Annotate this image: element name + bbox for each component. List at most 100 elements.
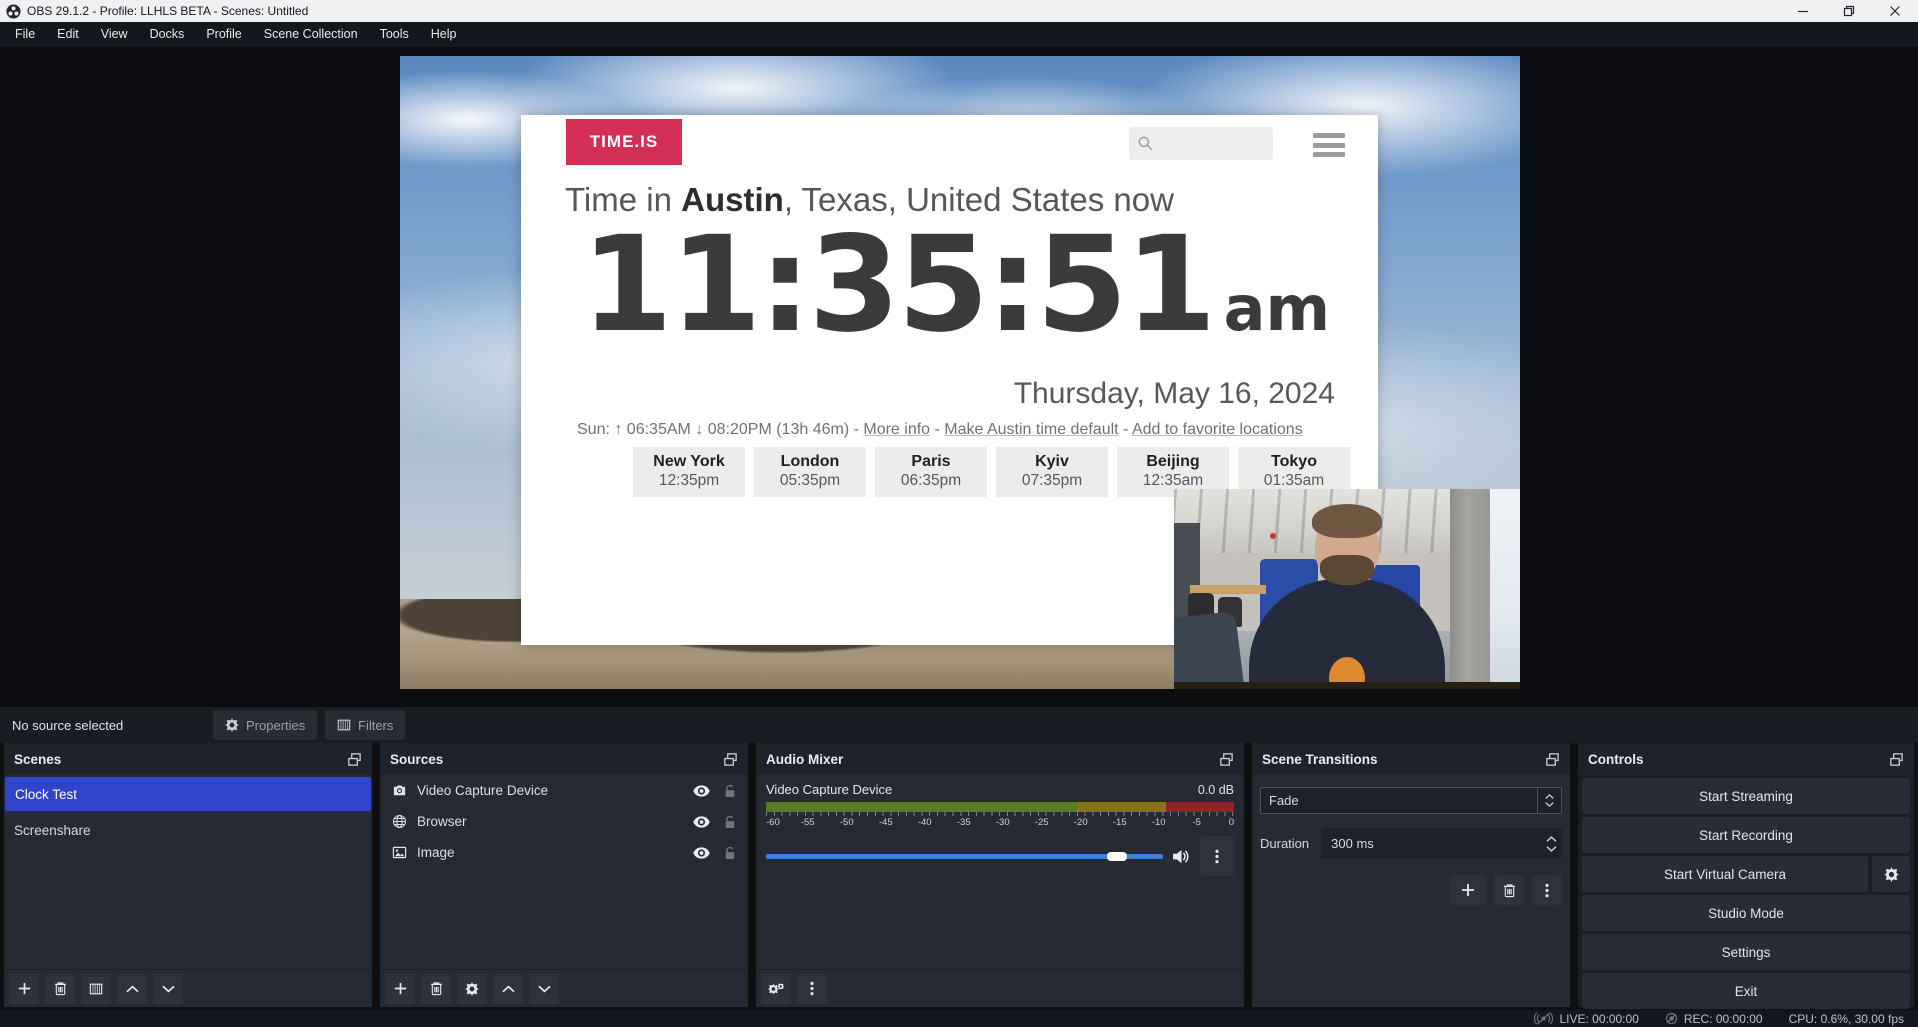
mixer-toolbar (756, 969, 1244, 1007)
mixer-channel-menu-button[interactable] (1200, 836, 1234, 876)
city-card: London05:35pm (754, 447, 866, 497)
scene-transitions-panel: Scene Transitions Fade Duration 300 ms (1252, 743, 1570, 1007)
source-row-image[interactable]: Image (380, 837, 748, 868)
live-signal-icon (1534, 1012, 1553, 1025)
mixer-channel-name: Video Capture Device (766, 782, 892, 797)
preview-area: TIME.IS Time in Austin, Texas, United St… (0, 47, 1918, 707)
add-scene-button[interactable] (9, 974, 39, 1004)
lock-icon[interactable] (724, 784, 736, 798)
start-recording-button[interactable]: Start Recording (1582, 817, 1910, 853)
filter-icon (337, 718, 351, 732)
timeis-logo: TIME.IS (566, 119, 682, 165)
speaker-icon[interactable] (1173, 849, 1190, 864)
menu-file[interactable]: File (4, 22, 46, 47)
popout-icon[interactable] (723, 752, 738, 767)
move-scene-up-button[interactable] (117, 974, 147, 1004)
add-source-button[interactable] (385, 974, 415, 1004)
remove-scene-button[interactable] (45, 974, 75, 1004)
duration-input[interactable]: 300 ms (1321, 828, 1562, 859)
controls-header: Controls (1578, 743, 1914, 775)
obs-window: OBS 29.1.2 - Profile: LLHLS BETA - Scene… (0, 0, 1918, 1027)
lock-icon[interactable] (724, 846, 736, 860)
menu-bar: File Edit View Docks Profile Scene Colle… (0, 22, 1918, 47)
visibility-eye-icon[interactable] (693, 785, 710, 797)
sources-header: Sources (380, 743, 748, 775)
menu-edit[interactable]: Edit (46, 22, 90, 47)
properties-button[interactable]: Properties (213, 710, 317, 740)
advanced-audio-button[interactable] (761, 974, 791, 1004)
spinner-arrows-icon[interactable] (1546, 828, 1557, 859)
popout-icon[interactable] (347, 752, 362, 767)
volume-slider-handle[interactable] (1107, 852, 1127, 861)
source-toolbar: No source selected Properties Filters (0, 707, 1918, 743)
filters-button[interactable]: Filters (325, 710, 405, 740)
transition-select[interactable]: Fade (1260, 787, 1562, 814)
combo-arrows-icon (1537, 788, 1561, 813)
restore-button[interactable] (1826, 0, 1872, 22)
move-source-down-button[interactable] (529, 974, 559, 1004)
scene-item-clock-test[interactable]: Clock Test (5, 777, 371, 811)
menu-profile[interactable]: Profile (195, 22, 252, 47)
sources-panel: Sources Video Capture Device (380, 743, 748, 1007)
volume-meter (766, 802, 1234, 812)
meter-scale: -60 -55 -50 -45 -40 -35 -30 -25 -20 -15 … (766, 812, 1234, 829)
add-transition-button[interactable] (1450, 875, 1486, 905)
popout-icon[interactable] (1545, 752, 1560, 767)
duration-label: Duration (1260, 836, 1309, 851)
start-virtual-camera-button[interactable]: Start Virtual Camera (1582, 856, 1868, 892)
studio-mode-button[interactable]: Studio Mode (1582, 895, 1910, 931)
scenes-header: Scenes (4, 743, 372, 775)
sun-info-line: Sun: ↑ 06:35AM ↓ 08:20PM (13h 46m) - Mor… (577, 421, 1337, 439)
virtual-camera-config-button[interactable] (1872, 856, 1910, 892)
search-icon (1137, 135, 1154, 152)
source-row-browser[interactable]: Browser (380, 806, 748, 837)
minimize-button[interactable] (1780, 0, 1826, 22)
audio-mixer-header: Audio Mixer (756, 743, 1244, 775)
settings-button[interactable]: Settings (1582, 934, 1910, 970)
menu-scene-collection[interactable]: Scene Collection (253, 22, 369, 47)
more-info-link: More info (863, 421, 930, 438)
rec-time: REC: 00:00:00 (1684, 1012, 1763, 1026)
title-bar: OBS 29.1.2 - Profile: LLHLS BETA - Scene… (0, 0, 1918, 22)
popout-icon[interactable] (1219, 752, 1234, 767)
exit-button[interactable]: Exit (1582, 973, 1910, 1009)
volume-slider[interactable] (766, 854, 1163, 859)
scene-item-screenshare[interactable]: Screenshare (4, 813, 372, 847)
transition-menu-button[interactable] (1532, 875, 1562, 905)
scenes-toolbar (4, 969, 372, 1007)
webcam-pillar (1450, 489, 1490, 689)
close-button[interactable] (1872, 0, 1918, 22)
webcam-desk-edge (1174, 682, 1520, 689)
clock-display: 11:35:51am (581, 219, 1261, 351)
hamburger-menu-icon (1313, 133, 1345, 157)
gear-icon (225, 718, 239, 732)
visibility-eye-icon[interactable] (693, 816, 710, 828)
move-source-up-button[interactable] (493, 974, 523, 1004)
webcam-alarm-light (1270, 533, 1276, 539)
menu-docks[interactable]: Docks (139, 22, 196, 47)
image-icon (392, 845, 407, 860)
remove-transition-button[interactable] (1494, 875, 1524, 905)
menu-tools[interactable]: Tools (369, 22, 420, 47)
camera-icon (392, 783, 407, 798)
menu-help[interactable]: Help (420, 22, 468, 47)
start-streaming-button[interactable]: Start Streaming (1582, 778, 1910, 814)
webcam-person-head (1315, 509, 1379, 585)
cpu-fps-stats: CPU: 0.6%, 30.00 fps (1789, 1012, 1904, 1026)
scene-filters-button[interactable] (81, 974, 111, 1004)
source-row-video-capture[interactable]: Video Capture Device (380, 775, 748, 806)
popout-icon[interactable] (1889, 752, 1904, 767)
lock-icon[interactable] (724, 815, 736, 829)
preview-canvas[interactable]: TIME.IS Time in Austin, Texas, United St… (400, 56, 1520, 689)
scenes-panel: Scenes Clock Test Screenshare (4, 743, 372, 1007)
mixer-menu-button[interactable] (797, 974, 827, 1004)
source-properties-button[interactable] (457, 974, 487, 1004)
remove-source-button[interactable] (421, 974, 451, 1004)
favorite-link: Add to favorite locations (1132, 421, 1303, 438)
visibility-eye-icon[interactable] (693, 847, 710, 859)
menu-view[interactable]: View (90, 22, 139, 47)
city-card: Paris06:35pm (875, 447, 987, 497)
move-scene-down-button[interactable] (153, 974, 183, 1004)
make-default-link: Make Austin time default (944, 421, 1118, 438)
globe-icon (392, 814, 407, 829)
